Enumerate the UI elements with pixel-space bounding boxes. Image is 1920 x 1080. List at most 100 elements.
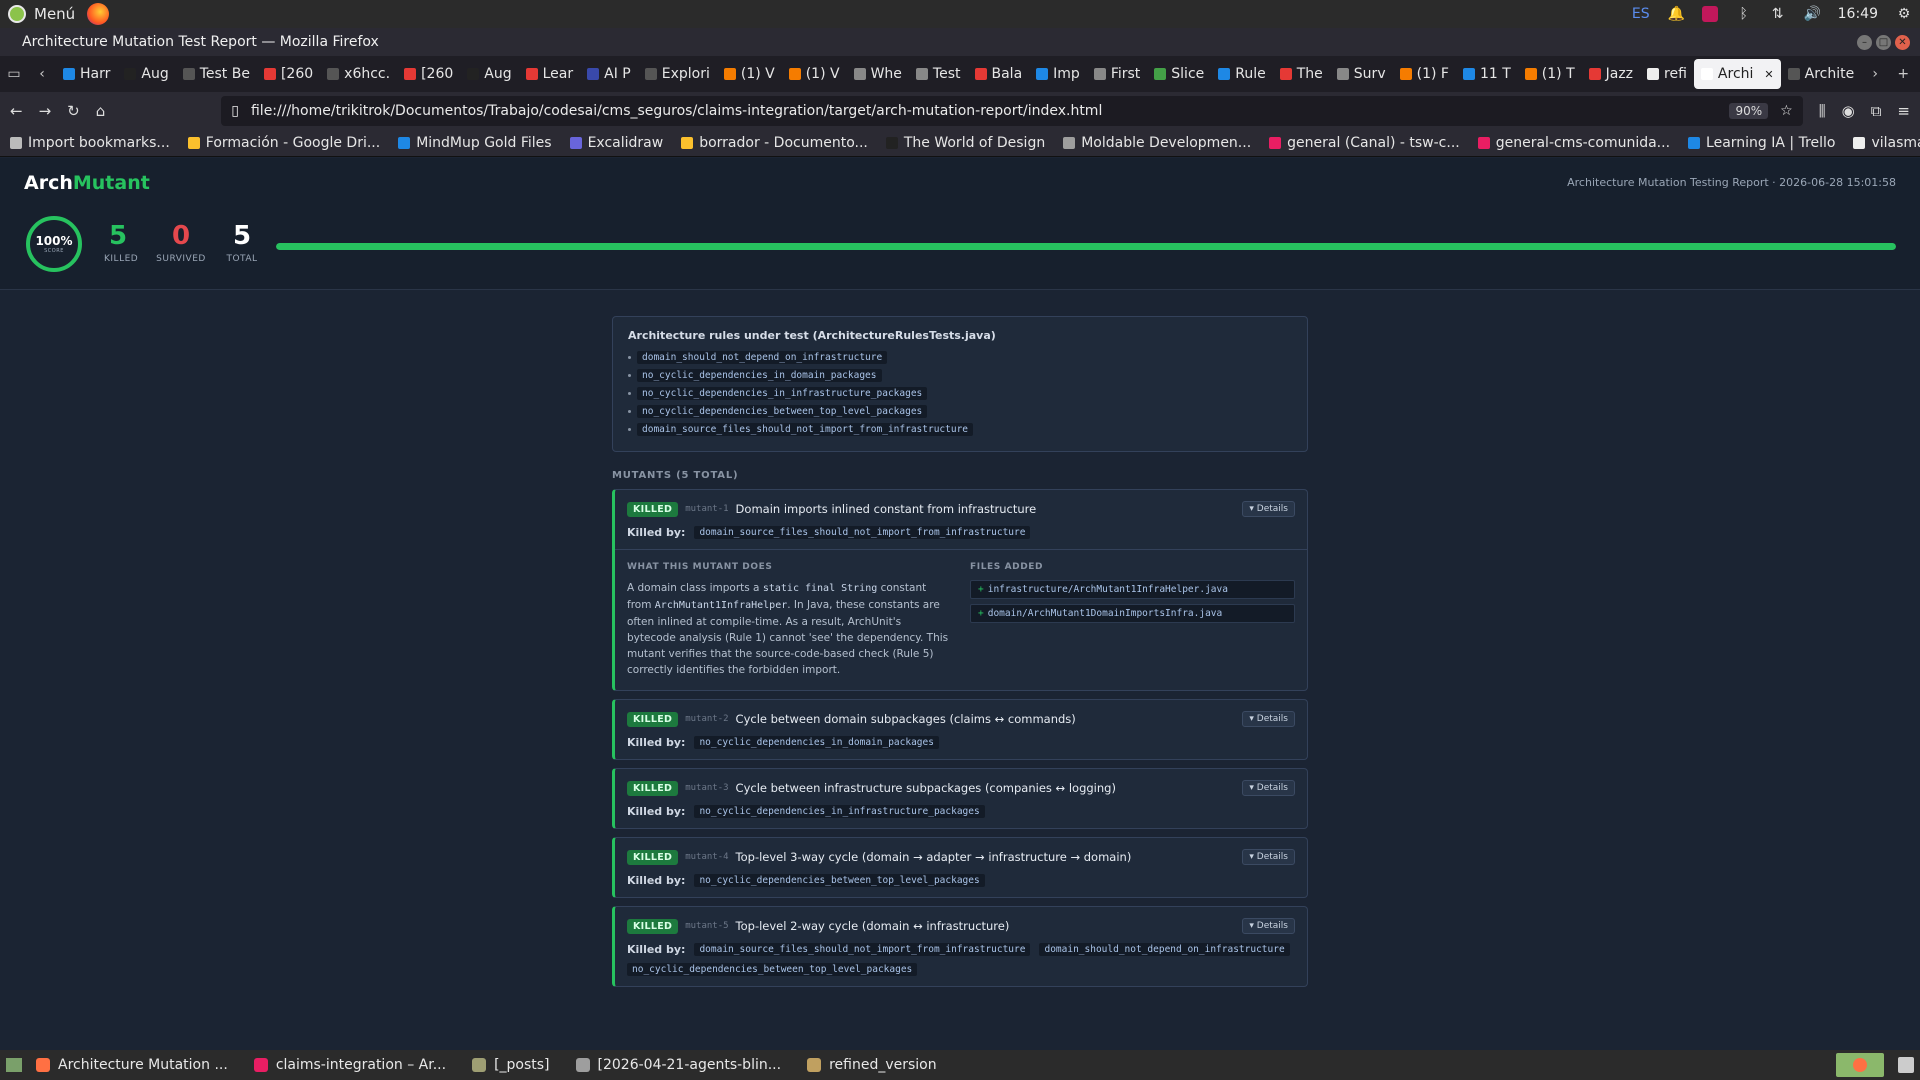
tab[interactable]: (1) F xyxy=(1393,59,1456,89)
show-desktop-icon[interactable] xyxy=(6,1058,22,1072)
library-icon[interactable]: ⫼ xyxy=(1819,102,1826,120)
tab[interactable]: Archite xyxy=(1781,59,1862,89)
trash-icon[interactable] xyxy=(1898,1057,1914,1073)
bookmark-label: general-cms-comunida... xyxy=(1495,135,1671,151)
app-menu-icon[interactable]: ≡ xyxy=(1897,102,1910,120)
url-bar[interactable]: ▯ file:///home/trikitrok/Documentos/Trab… xyxy=(221,96,1803,126)
bookmark-item[interactable]: Moldable Developmen... xyxy=(1063,135,1251,151)
tab[interactable]: (1) T xyxy=(1518,59,1582,89)
reload-icon[interactable]: ↻ xyxy=(67,102,80,120)
tab[interactable]: AI P xyxy=(580,59,638,89)
maximize-button[interactable]: □ xyxy=(1876,34,1891,50)
details-toggle-button[interactable]: ▾ Details xyxy=(1242,711,1295,727)
tab[interactable]: Imp xyxy=(1029,59,1087,89)
system-menu-label: Menú xyxy=(34,5,76,23)
tab[interactable]: Harr xyxy=(56,59,117,89)
tab[interactable]: Aug xyxy=(460,59,518,89)
minimize-button[interactable]: – xyxy=(1857,34,1872,50)
system-menu-button[interactable]: Menú xyxy=(8,5,75,23)
bookmark-item[interactable]: Excalidraw xyxy=(569,135,663,151)
tab[interactable]: Surv xyxy=(1330,59,1393,89)
bookmark-item[interactable]: vilasmaciel/cosmos-ex... xyxy=(1853,135,1920,151)
tab[interactable]: Rule xyxy=(1211,59,1272,89)
close-tab-icon[interactable]: ✕ xyxy=(1764,68,1773,81)
details-toggle-button[interactable]: ▾ Details xyxy=(1242,918,1295,934)
tab[interactable]: Lear xyxy=(519,59,581,89)
tab[interactable]: x6hcc. xyxy=(320,59,397,89)
keyboard-layout-indicator[interactable]: ES xyxy=(1632,6,1650,22)
tab-favicon-icon xyxy=(974,68,987,80)
killed-by-label: Killed by: xyxy=(627,736,686,749)
tab-favicon-icon xyxy=(1279,68,1292,80)
tab[interactable]: Aug xyxy=(117,59,175,89)
bookmark-item[interactable]: borrador - Documento... xyxy=(681,135,868,151)
mutant-id: mutant-4 xyxy=(685,852,729,862)
scroll-tabs-left-icon[interactable]: ‹ xyxy=(28,66,56,82)
tab[interactable]: The xyxy=(1273,59,1330,89)
stat-killed: 5 KILLED xyxy=(104,222,139,264)
tab-overview-icon[interactable]: ▭ xyxy=(0,66,28,82)
taskbar-window-label: [_posts] xyxy=(494,1057,550,1073)
back-icon[interactable]: ← xyxy=(10,102,23,120)
extensions-icon[interactable]: ⧉ xyxy=(1871,102,1882,120)
details-toggle-button[interactable]: ▾ Details xyxy=(1242,501,1295,517)
page-file-icon: ▯ xyxy=(231,103,239,119)
bookmark-item[interactable]: Learning IA | Trello xyxy=(1688,135,1835,151)
home-icon[interactable]: ⌂ xyxy=(96,102,106,120)
bookmark-item[interactable]: general-cms-comunida... xyxy=(1477,135,1671,151)
network-icon[interactable]: ⇅ xyxy=(1770,6,1786,22)
tab[interactable]: Jazz xyxy=(1582,59,1640,89)
clock[interactable]: 16:49 xyxy=(1838,6,1878,22)
bookmark-item[interactable]: general (Canal) - tsw-c... xyxy=(1269,135,1460,151)
account-icon[interactable]: ◉ xyxy=(1842,102,1855,120)
taskbar-window-item[interactable]: [2026-04-21-agents-blin... xyxy=(575,1057,781,1073)
tab-favicon-icon xyxy=(1524,68,1537,80)
tab-favicon-icon xyxy=(1399,68,1412,80)
tab[interactable]: refi xyxy=(1640,59,1694,89)
bookmark-star-icon[interactable]: ☆ xyxy=(1780,103,1793,119)
taskbar-window-label: refined_version xyxy=(829,1057,937,1073)
scroll-tabs-right-icon[interactable]: › xyxy=(1861,66,1889,82)
tab-label: 11 T xyxy=(1479,66,1511,82)
details-toggle-button[interactable]: ▾ Details xyxy=(1242,849,1295,865)
tab[interactable]: Explori xyxy=(638,59,717,89)
taskbar-window-item[interactable]: refined_version xyxy=(807,1057,937,1073)
forward-icon[interactable]: → xyxy=(39,102,52,120)
details-toggle-button[interactable]: ▾ Details xyxy=(1242,780,1295,796)
app-tray-icon[interactable] xyxy=(1701,6,1718,22)
new-tab-button[interactable]: + xyxy=(1889,66,1917,82)
mutant-card: KILLED mutant-5 Top-level 2-way cycle (dom… xyxy=(612,906,1308,987)
bookmark-item[interactable]: MindMup Gold Files xyxy=(398,135,552,151)
zoom-level-button[interactable]: 90% xyxy=(1729,103,1769,119)
taskbar-window-item[interactable]: [_posts] xyxy=(472,1057,550,1073)
tab[interactable]: (1) V xyxy=(782,59,847,89)
tab[interactable]: 11 T xyxy=(1456,59,1518,89)
tab-favicon-icon xyxy=(404,68,417,80)
url-text[interactable]: file:///home/trikitrok/Documentos/Trabaj… xyxy=(251,103,1717,119)
firefox-tray-icon[interactable] xyxy=(1836,1053,1884,1077)
killed-by-label: Killed by: xyxy=(627,943,686,956)
tab[interactable]: Whe xyxy=(847,59,909,89)
mutant-card: KILLED mutant-3 Cycle between infrastructu… xyxy=(612,768,1308,829)
tab[interactable]: [260 xyxy=(257,59,320,89)
notifications-bell-icon[interactable]: 🔔 xyxy=(1668,6,1685,22)
tab[interactable]: (1) V xyxy=(717,59,782,89)
close-window-button[interactable]: ✕ xyxy=(1895,34,1910,50)
taskbar-window-item[interactable]: Architecture Mutation ... xyxy=(36,1057,228,1073)
firefox-launcher-icon[interactable] xyxy=(87,3,110,25)
taskbar-window-item[interactable]: claims-integration – Ar... xyxy=(253,1057,446,1073)
stat-killed-label: KILLED xyxy=(104,254,139,264)
tab[interactable]: Slice xyxy=(1147,59,1211,89)
settings-gear-icon[interactable]: ⚙ xyxy=(1896,6,1912,22)
bookmark-item[interactable]: Import bookmarks... xyxy=(10,135,170,151)
bookmark-item[interactable]: The World of Design xyxy=(885,135,1045,151)
volume-icon[interactable]: 🔊 xyxy=(1804,6,1821,22)
bluetooth-icon[interactable]: ᛒ xyxy=(1736,6,1752,22)
tab[interactable]: [260 xyxy=(397,59,460,89)
tab-active[interactable]: Archi ✕ xyxy=(1693,59,1781,89)
tab[interactable]: Bala xyxy=(968,59,1030,89)
tab[interactable]: Test Be xyxy=(176,59,257,89)
tab[interactable]: First xyxy=(1087,59,1147,89)
tab[interactable]: Test xyxy=(909,59,968,89)
bookmark-item[interactable]: Formación - Google Dri... xyxy=(187,135,380,151)
